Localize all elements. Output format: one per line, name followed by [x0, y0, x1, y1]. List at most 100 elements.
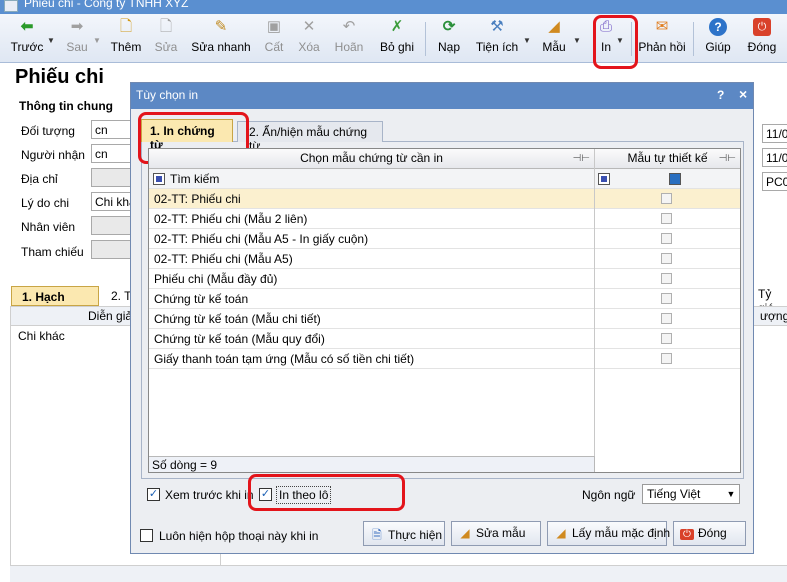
list-item[interactable]: 02-TT: Phiếu chi (Mẫu A5) [149, 249, 740, 269]
list-item[interactable]: 02-TT: Phiếu chi [149, 189, 740, 209]
dialog-title: Tùy chọn in [136, 88, 199, 102]
custom-template-checkbox[interactable] [661, 273, 672, 284]
delete-icon: ✕ [302, 18, 316, 35]
undo-icon: ↶ [342, 18, 356, 35]
list-item[interactable]: Chứng từ kế toán [149, 289, 740, 309]
always-show-checkbox[interactable] [140, 529, 153, 542]
date-field-1[interactable]: 11/0 [762, 124, 787, 143]
list-item[interactable]: Phiếu chi (Mẫu đầy đủ) [149, 269, 740, 289]
custom-template-checkbox[interactable] [661, 253, 672, 264]
preview-label: Xem trước khi in [165, 488, 254, 502]
custom-template-checkbox[interactable] [661, 293, 672, 304]
grid-left-border [10, 306, 11, 581]
custom-template-checkbox[interactable] [661, 313, 672, 324]
ruler-icon: ◢ [548, 18, 560, 35]
subject-field[interactable]: cn [91, 120, 131, 139]
arrow-left-icon: ⬅ [20, 18, 34, 35]
address-field[interactable] [91, 168, 131, 187]
pencil-icon: ✎ [214, 18, 228, 35]
unrecord-button[interactable]: ✗ Bỏ ghi [378, 16, 416, 60]
receiver-field[interactable]: cn [91, 144, 131, 163]
utilities-dropdown-arrow[interactable]: ▼ [523, 36, 531, 45]
reference-label: Tham chiếu [21, 245, 84, 259]
list-item[interactable]: 02-TT: Phiếu chi (Mẫu 2 liên) [149, 209, 740, 229]
dialog-close-button[interactable]: × [739, 86, 747, 102]
date-field-2[interactable]: 11/0 [762, 148, 787, 167]
receiver-label: Người nhận [21, 148, 85, 162]
language-label: Ngôn ngữ [582, 488, 636, 502]
custom-template-checkbox[interactable] [661, 213, 672, 224]
dialog-close-action-button[interactable]: ⏻ Đóng [673, 521, 746, 546]
toolbar-separator [693, 22, 694, 56]
language-select[interactable]: Tiếng Việt ▼ [642, 484, 740, 504]
reload-button[interactable]: ⟳ Nạp [434, 16, 464, 60]
back-dropdown-arrow[interactable]: ▼ [47, 36, 55, 45]
grid-header-description: Diễn giả [88, 309, 133, 323]
column-header-custom[interactable]: Mẫu tự thiết kế ⊣⊢ [595, 149, 740, 169]
list-item[interactable]: Chứng từ kế toán (Mẫu chi tiết) [149, 309, 740, 329]
feedback-button[interactable]: ✉ Phản hồi [638, 16, 686, 60]
unrecord-icon: ✗ [390, 18, 404, 35]
next-button[interactable]: ➡ Sau [62, 16, 92, 60]
list-item[interactable]: 02-TT: Phiếu chi (Mẫu A5 - In giấy cuộn) [149, 229, 740, 249]
app-logo-icon [4, 0, 18, 12]
dialog-header [131, 83, 753, 109]
next-dropdown-arrow[interactable]: ▼ [93, 36, 101, 45]
close-button[interactable]: ⏻ Đóng [746, 16, 778, 60]
grid-footer [10, 565, 787, 582]
page-title: Phiếu chi [15, 66, 104, 88]
voucher-number-field[interactable]: PC0 [762, 172, 787, 191]
reason-label: Lý do chi [21, 196, 70, 210]
back-button[interactable]: ⬅ Trước [8, 16, 46, 60]
custom-template-checkbox[interactable] [661, 193, 672, 204]
arrow-right-icon: ➡ [70, 18, 84, 35]
quick-edit-button[interactable]: ✎ Sửa nhanh [190, 16, 252, 60]
reason-field[interactable]: Chi khá [91, 192, 131, 211]
power-icon: ⏻ [680, 529, 694, 540]
search-row[interactable]: Tìm kiếm [149, 169, 740, 189]
add-button[interactable]: 🗋 Thêm [108, 16, 144, 60]
pin-icon[interactable]: ⊣⊢ [719, 149, 736, 168]
edit-template-button[interactable]: ◢ Sửa mẫu [451, 521, 541, 546]
subject-label: Đối tượng [21, 124, 75, 138]
print-execute-icon: 🗎 [372, 528, 382, 542]
grid-row-description[interactable]: Chi khác [18, 329, 65, 343]
search-filter-icon[interactable] [153, 173, 165, 185]
tools-icon: ⚒ [490, 18, 504, 35]
template-button[interactable]: ◢ Mẫu [540, 16, 568, 60]
custom-template-checkbox[interactable] [661, 353, 672, 364]
ruler-icon: ◢ [556, 526, 566, 540]
help-button[interactable]: ? Giúp [704, 16, 732, 60]
dialog-help-button[interactable]: ? [717, 88, 724, 102]
delete-button[interactable]: ✕ Xóa [296, 16, 322, 60]
row-count: Số dòng = 9 [152, 458, 218, 472]
utilities-button[interactable]: ⚒ Tiện ích [474, 16, 520, 60]
address-label: Địa chỉ [21, 172, 58, 186]
custom-filter-icon[interactable] [669, 173, 681, 185]
toolbar: ⬅ Trước ▼ ➡ Sau ▼ 🗋 Thêm 🗋 Sửa ✎ Sửa nha… [0, 14, 787, 63]
undo-button[interactable]: ↶ Hoãn [332, 16, 366, 60]
reference-field[interactable] [91, 240, 131, 259]
tab-accounting[interactable]: 1. Hạch toán [11, 286, 99, 318]
execute-button[interactable]: 🗎 Thực hiện [363, 521, 445, 546]
help-icon: ? [709, 18, 727, 36]
floppy-disk-icon: ▣ [266, 18, 282, 35]
list-item[interactable]: Chứng từ kế toán (Mẫu quy đổi) [149, 329, 740, 349]
custom-template-checkbox[interactable] [661, 233, 672, 244]
column-header-template[interactable]: Chọn mẫu chứng từ cần in ⊣⊢ [149, 149, 594, 169]
default-template-button[interactable]: ◢ Lấy mẫu mặc định [547, 521, 670, 546]
envelope-icon: ✉ [655, 18, 669, 35]
always-show-label: Luôn hiện hộp thoại này khi in [159, 529, 319, 543]
employee-field[interactable] [91, 216, 131, 235]
search-filter-icon[interactable] [598, 173, 610, 185]
custom-template-checkbox[interactable] [661, 333, 672, 344]
save-button[interactable]: ▣ Cất [262, 16, 286, 60]
template-dropdown-arrow[interactable]: ▼ [573, 36, 581, 45]
pin-icon[interactable]: ⊣⊢ [573, 149, 590, 168]
preview-checkbox[interactable]: ✓ [147, 488, 160, 501]
list-item[interactable]: Giấy thanh toán tạm ứng (Mẫu có số tiền … [149, 349, 740, 369]
ruler-icon: ◢ [460, 526, 470, 540]
window-title-bar: Phiếu chi - Công ty TNHH XYZ [0, 0, 787, 14]
edit-button[interactable]: 🗋 Sửa [152, 16, 180, 60]
tab-show-hide-templates[interactable]: 2. Ẩn/hiện mẫu chứng từ [237, 121, 383, 153]
